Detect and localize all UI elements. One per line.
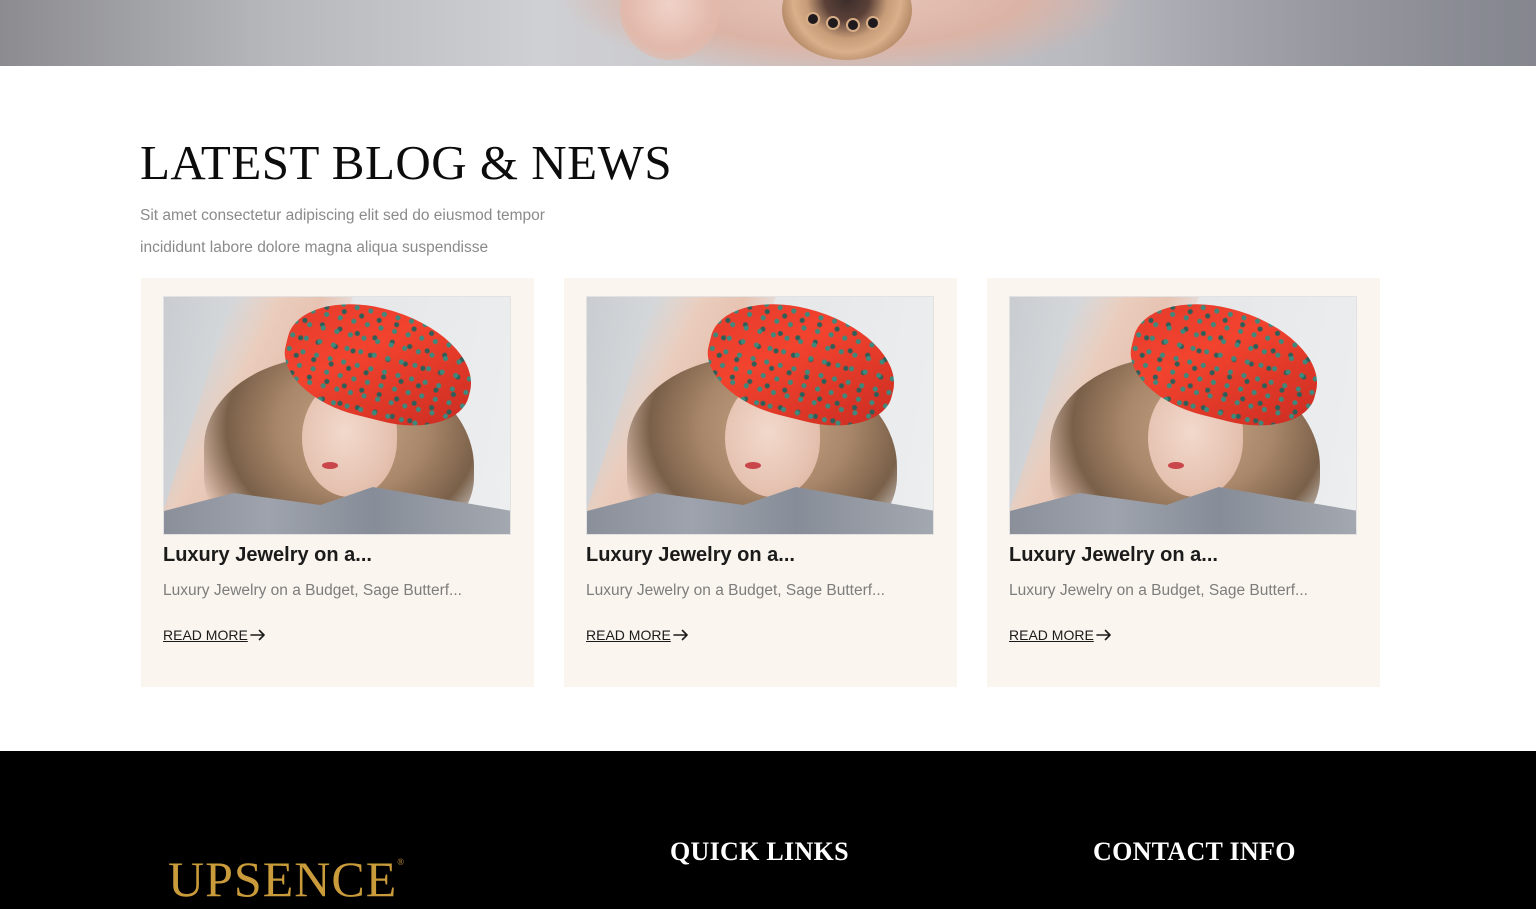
ring-stone: [846, 18, 860, 32]
blog-card-title[interactable]: Luxury Jewelry on a...: [163, 544, 372, 567]
ring-stone: [866, 16, 880, 30]
read-more-label: READ MORE: [586, 627, 671, 643]
read-more-link[interactable]: READ MORE: [586, 627, 689, 643]
registered-mark: ®: [397, 857, 406, 867]
blog-card-excerpt: Luxury Jewelry on a Budget, Sage Butterf…: [586, 582, 885, 599]
blog-card-excerpt: Luxury Jewelry on a Budget, Sage Butterf…: [1009, 582, 1308, 599]
footer-logo[interactable]: UPSENCE®: [168, 854, 405, 904]
site-footer: UPSENCE® QUICK LINKS CONTACT INFO: [0, 751, 1536, 909]
footer-logo-text: UPSENCE: [168, 851, 398, 907]
photo-lips: [1168, 462, 1184, 469]
blog-card-image[interactable]: [586, 296, 934, 535]
blog-card[interactable]: Luxury Jewelry on a... Luxury Jewelry on…: [564, 278, 957, 687]
quick-links-heading: QUICK LINKS: [670, 837, 849, 866]
ring-stone: [806, 12, 820, 26]
photo-lips: [322, 462, 338, 469]
blog-card[interactable]: Luxury Jewelry on a... Luxury Jewelry on…: [987, 278, 1380, 687]
blog-card-excerpt: Luxury Jewelry on a Budget, Sage Butterf…: [163, 582, 462, 599]
read-more-link[interactable]: READ MORE: [1009, 627, 1112, 643]
read-more-label: READ MORE: [1009, 627, 1094, 643]
arrow-right-icon: [249, 629, 265, 641]
contact-info-heading: CONTACT INFO: [1093, 837, 1296, 866]
hero-shadow: [1100, 0, 1536, 66]
read-more-link[interactable]: READ MORE: [163, 627, 266, 643]
blog-card-title[interactable]: Luxury Jewelry on a...: [1009, 544, 1218, 567]
blog-section-intro: Sit amet consectetur adipiscing elit sed…: [140, 207, 545, 256]
photo-lips: [745, 462, 761, 469]
arrow-right-icon: [672, 629, 688, 641]
read-more-label: READ MORE: [163, 627, 248, 643]
blog-card[interactable]: Luxury Jewelry on a... Luxury Jewelry on…: [141, 278, 534, 687]
blog-card-image[interactable]: [163, 296, 511, 535]
blog-card-title[interactable]: Luxury Jewelry on a...: [586, 544, 795, 567]
ring-stone: [826, 16, 840, 30]
hero-image: [0, 0, 1536, 66]
blog-card-image[interactable]: [1009, 296, 1357, 535]
arrow-right-icon: [1095, 629, 1111, 641]
blog-section-title: LATEST BLOG & NEWS: [140, 135, 673, 190]
